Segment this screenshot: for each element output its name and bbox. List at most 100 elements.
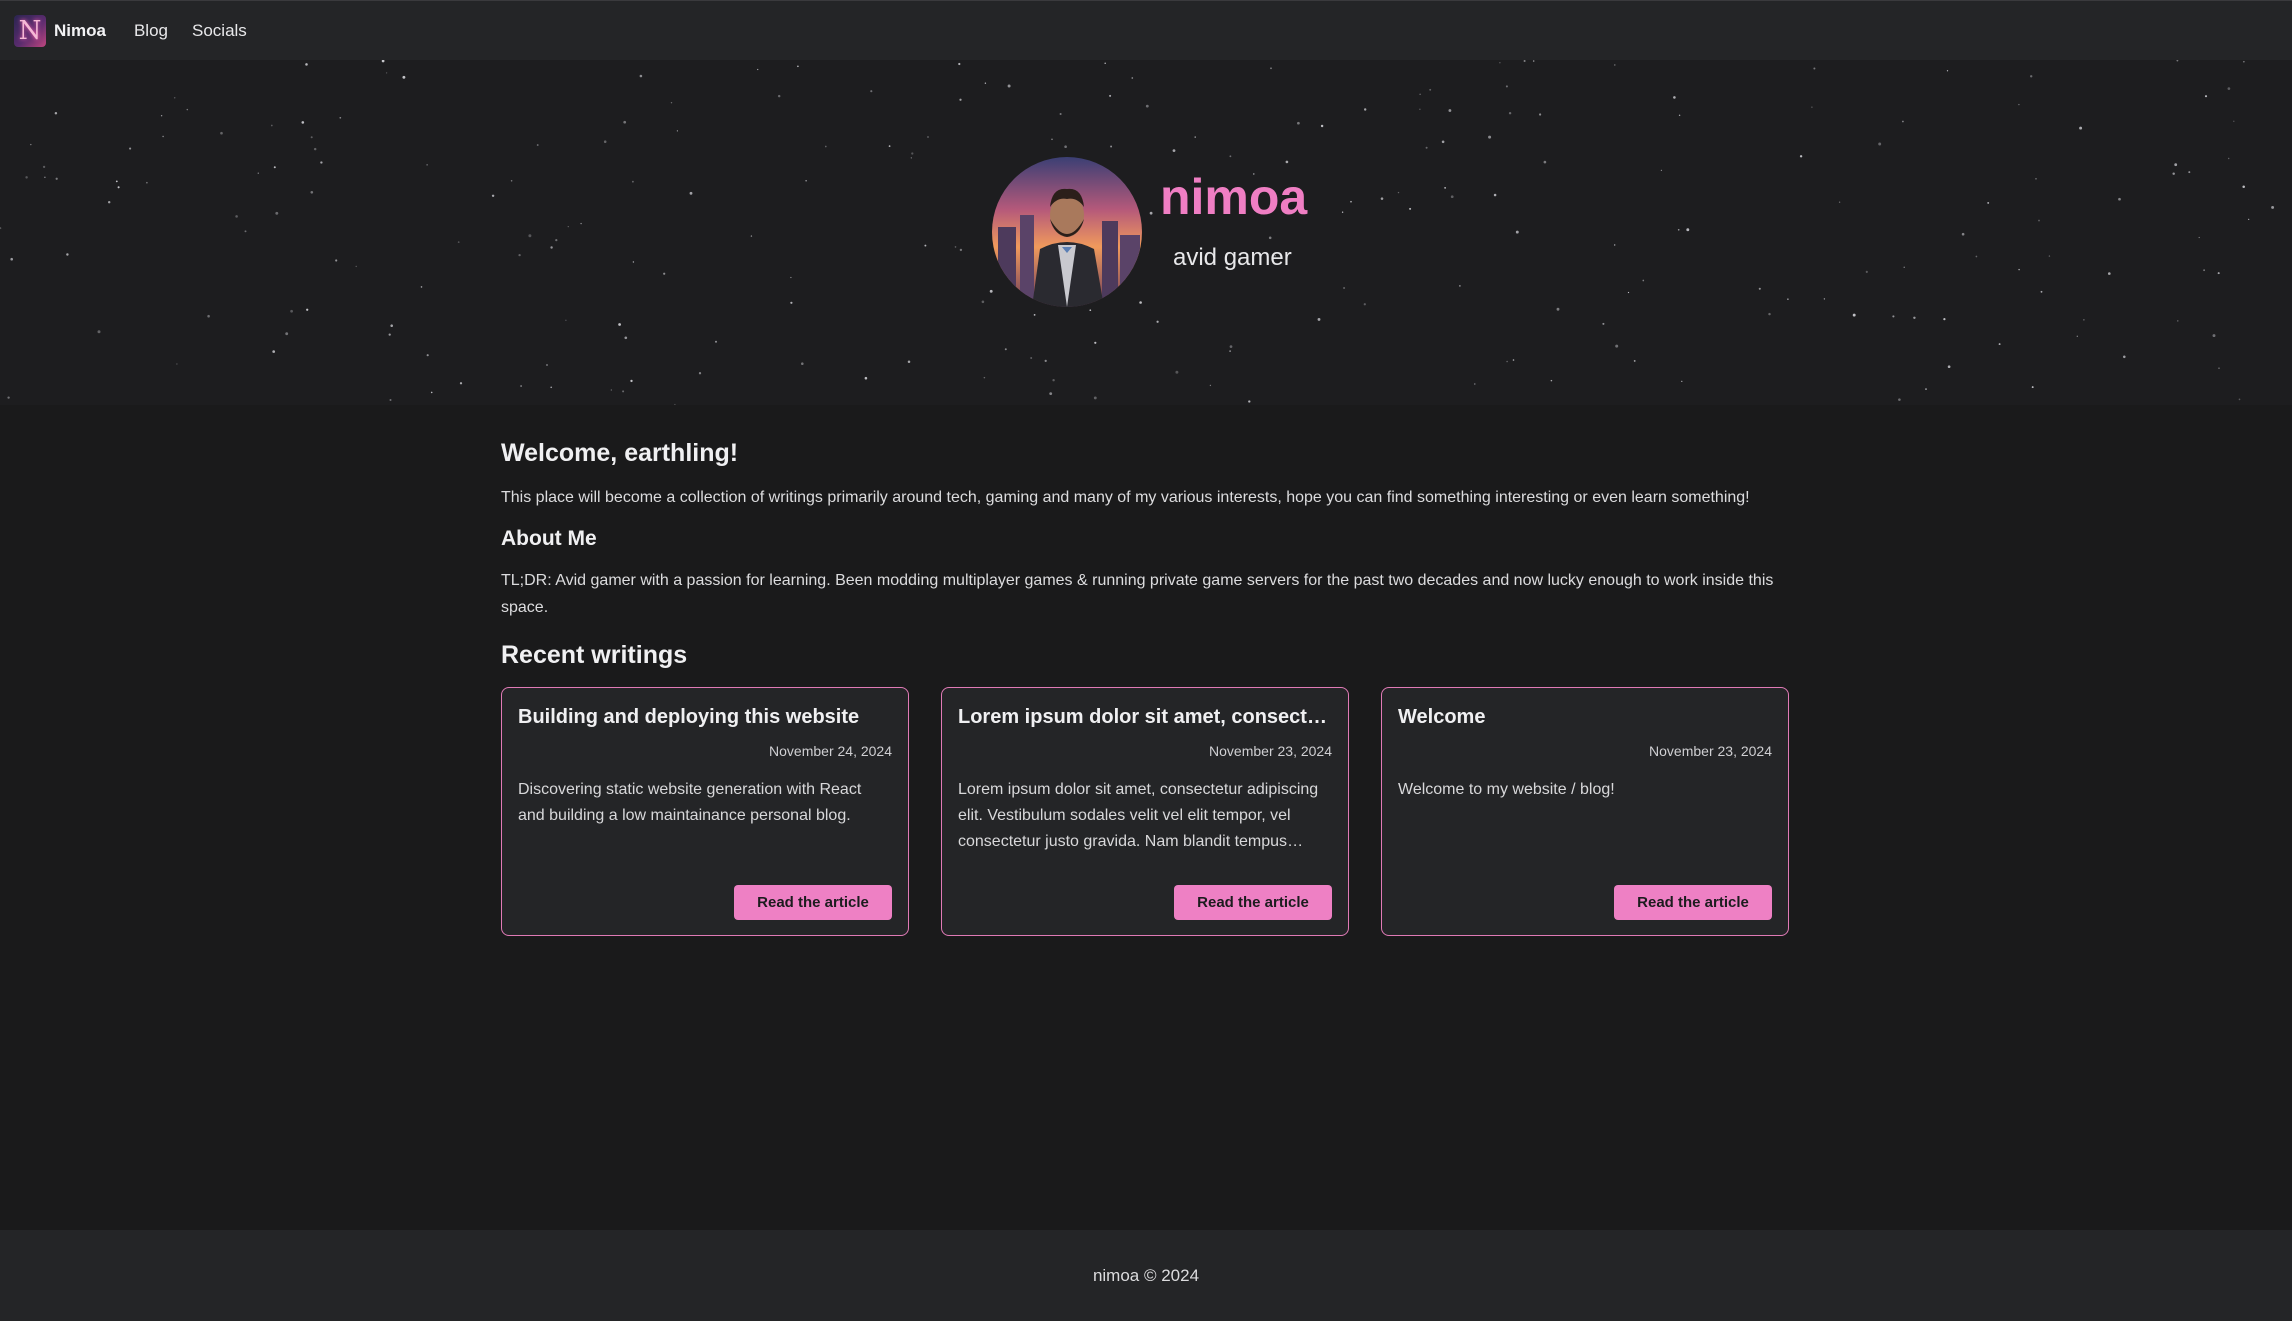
star [2079,126,2083,130]
star [2217,272,2220,275]
star [1515,230,1519,234]
star [603,140,607,143]
star [272,350,276,353]
star [1903,266,1905,268]
star [2076,335,2078,337]
star [1229,155,1232,158]
star [1051,138,1053,141]
star [1799,155,1803,158]
star [25,176,28,179]
star [989,289,993,293]
star [983,376,986,379]
star [1602,322,1605,325]
star [630,379,633,383]
star [44,176,46,179]
star [339,116,342,119]
star [1139,301,1142,304]
star [1987,201,1990,204]
star [1450,195,1454,199]
star [907,360,911,363]
article-title[interactable]: Building and deploying this website [518,706,892,729]
star [984,82,987,84]
star [257,172,259,174]
star [275,211,279,215]
read-article-button[interactable]: Read the article [1614,885,1772,920]
star [1925,388,1927,391]
star [0,227,2,230]
star [2248,218,2250,221]
star [420,286,423,288]
star [244,230,247,233]
star [1409,207,1412,210]
star [510,180,513,182]
brand-name: Nimoa [54,20,106,40]
star [301,121,305,124]
star [117,186,120,189]
star [790,301,793,304]
star [545,363,549,367]
star [491,194,495,198]
nav-link-blog[interactable]: Blog [134,21,168,41]
star [676,130,679,132]
star [310,190,314,194]
star [2188,171,2191,174]
star [2176,60,2179,62]
hero-tagline: avid gamer [1173,244,1292,271]
star [97,330,101,334]
star [1488,135,1492,139]
article-title[interactable]: Lorem ipsum dolor sit amet, consectetur … [958,706,1332,729]
nav-link-socials[interactable]: Socials [192,21,247,41]
star [2243,61,2245,63]
star [2018,103,2020,106]
article-card: Building and deploying this website Nove… [501,687,909,936]
star [1397,191,1400,194]
star [2172,172,2175,175]
star [1343,286,1346,290]
star [750,235,753,237]
star [757,68,759,71]
read-article-button[interactable]: Read the article [734,885,892,920]
star [1052,379,1055,382]
star [66,253,69,256]
read-article-button[interactable]: Read the article [1174,885,1332,920]
star [674,403,676,405]
star [1813,67,1816,70]
star [1838,201,1841,203]
article-description: Lorem ipsum dolor sit amet, consectetur … [958,781,1319,850]
star [115,180,118,183]
star [528,234,532,238]
star [1320,124,1324,128]
star [1523,60,1526,63]
brand-link[interactable]: N Nimoa [14,14,106,47]
star [176,363,178,365]
star [864,376,868,380]
star [1615,344,1619,348]
star [186,108,189,111]
star [580,222,582,225]
star [1110,145,1113,148]
star [355,265,357,268]
star [959,98,962,101]
top-navbar: N Nimoa Blog Socials [0,0,2292,60]
article-title[interactable]: Welcome [1398,706,1772,729]
star [550,386,553,389]
star [1550,379,1553,382]
starfield-background [0,60,2275,405]
star [1913,316,1916,320]
star [2030,75,2033,78]
article-card: Lorem ipsum dolor sit amet, consectetur … [941,687,1349,936]
star [305,63,308,66]
star [567,225,569,228]
star [381,60,385,63]
star [1044,359,1047,363]
star [870,90,873,93]
star [2203,269,2206,272]
star [459,382,463,385]
star [1419,93,1421,95]
star [1248,400,1251,403]
star [520,385,523,387]
star [1064,145,1067,148]
star [927,136,929,138]
star [623,120,627,124]
star [388,333,391,336]
